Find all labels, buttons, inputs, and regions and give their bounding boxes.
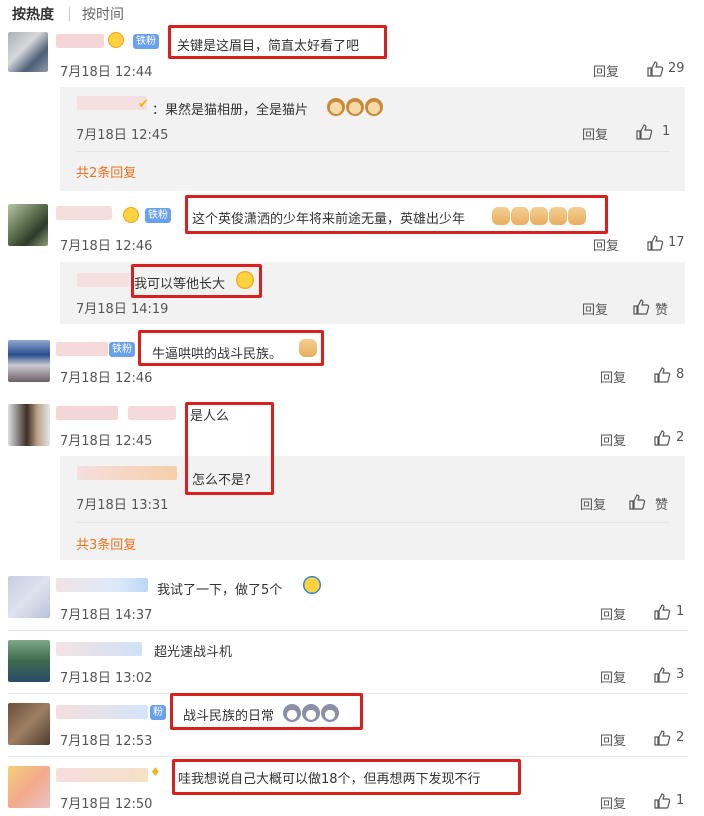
comment-time: 7月18日 12:45 bbox=[60, 434, 153, 449]
reply-button[interactable]: 回复 bbox=[600, 430, 626, 449]
reply-button[interactable]: 回复 bbox=[593, 61, 619, 80]
vip-icon: ✔ bbox=[138, 97, 149, 112]
like-count: 29 bbox=[668, 61, 685, 76]
avatar[interactable] bbox=[8, 32, 48, 72]
reply-username[interactable] bbox=[77, 466, 177, 480]
reply-button[interactable]: 回复 bbox=[593, 235, 619, 254]
tab-sort-by-hot[interactable]: 按热度 bbox=[12, 4, 54, 24]
comment-time: 7月18日 12:50 bbox=[60, 797, 153, 812]
fan-badge: 粉 bbox=[150, 705, 166, 720]
highlight-box bbox=[168, 25, 387, 59]
cat-emoji-icon bbox=[327, 97, 345, 116]
highlight-box bbox=[131, 264, 262, 298]
highlight-box bbox=[170, 693, 363, 730]
reply-button[interactable]: 回复 bbox=[582, 124, 608, 143]
like-icon[interactable] bbox=[653, 366, 671, 384]
like-icon[interactable] bbox=[646, 60, 664, 78]
cat-emoji-icon bbox=[365, 97, 383, 116]
avatar[interactable] bbox=[8, 766, 50, 808]
username[interactable] bbox=[56, 768, 148, 782]
highlight-box bbox=[172, 759, 521, 795]
reply-button[interactable]: 回复 bbox=[582, 299, 608, 318]
vip-icon: ♦ bbox=[150, 765, 161, 779]
fan-badge: 铁粉 bbox=[133, 34, 159, 49]
reply-time: 7月18日 14:19 bbox=[76, 302, 169, 317]
highlight-box bbox=[185, 195, 608, 234]
reply-button[interactable]: 回复 bbox=[600, 730, 626, 749]
vip-icon bbox=[123, 207, 139, 223]
tab-sort-by-time[interactable]: 按时间 bbox=[82, 4, 124, 24]
username-suffix bbox=[128, 406, 176, 420]
comment-time: 7月18日 14:37 bbox=[60, 608, 153, 623]
avatar[interactable] bbox=[8, 576, 50, 618]
comment-time: 7月18日 12:46 bbox=[60, 371, 153, 386]
username[interactable] bbox=[56, 642, 142, 656]
comment-text: 超光速战斗机 bbox=[154, 645, 233, 660]
reply-box: ✔ ：果然是猫相册，全是猫片 7月18日 12:45 回复 1 共2条回复 bbox=[60, 87, 685, 191]
like-icon[interactable] bbox=[653, 429, 671, 447]
avatar[interactable] bbox=[8, 204, 48, 246]
reply-button[interactable]: 回复 bbox=[580, 494, 606, 513]
avatar[interactable] bbox=[8, 404, 50, 446]
like-icon[interactable] bbox=[632, 298, 650, 316]
more-replies-link[interactable]: 共2条回复 bbox=[76, 162, 136, 181]
like-count: 1 bbox=[662, 124, 671, 139]
like-count: 8 bbox=[676, 367, 685, 382]
username[interactable] bbox=[56, 578, 148, 592]
reply-username[interactable] bbox=[77, 96, 147, 110]
reply-button[interactable]: 回复 bbox=[600, 367, 626, 386]
username[interactable] bbox=[56, 342, 108, 356]
reply-button[interactable]: 回复 bbox=[600, 604, 626, 623]
like-icon[interactable] bbox=[628, 493, 646, 511]
username[interactable] bbox=[56, 705, 148, 719]
divider bbox=[76, 151, 670, 152]
cat-emoji-icon bbox=[346, 97, 364, 116]
fan-badge: 铁粉 bbox=[145, 208, 171, 223]
divider bbox=[8, 630, 688, 631]
like-count: 2 bbox=[676, 730, 685, 745]
like-label[interactable]: 赞 bbox=[655, 299, 668, 318]
reply-time: 7月18日 13:31 bbox=[76, 498, 169, 513]
highlight-box bbox=[138, 330, 324, 366]
comment-time: 7月18日 12:46 bbox=[60, 239, 153, 254]
like-icon[interactable] bbox=[653, 729, 671, 747]
cat-emoji-group bbox=[326, 96, 383, 116]
like-icon[interactable] bbox=[653, 666, 671, 684]
avatar[interactable] bbox=[8, 640, 50, 682]
reply-username[interactable] bbox=[77, 273, 129, 287]
like-label[interactable]: 赞 bbox=[655, 494, 668, 513]
comment-text: 我试了一下，做了5个 bbox=[157, 583, 283, 598]
laugh-emoji-icon bbox=[303, 576, 321, 594]
avatar[interactable] bbox=[8, 703, 50, 745]
comment-time: 7月18日 13:02 bbox=[60, 671, 153, 686]
tab-divider bbox=[69, 7, 70, 21]
username[interactable] bbox=[56, 34, 104, 48]
like-count: 1 bbox=[676, 793, 685, 808]
reply-box: 怎么不是? 7月18日 13:31 回复 赞 共3条回复 bbox=[60, 456, 685, 560]
like-icon[interactable] bbox=[653, 603, 671, 621]
avatar[interactable] bbox=[8, 340, 50, 382]
like-count: 1 bbox=[676, 604, 685, 619]
like-icon[interactable] bbox=[653, 792, 671, 810]
reply-button[interactable]: 回复 bbox=[600, 793, 626, 812]
reply-text: ：果然是猫相册，全是猫片 bbox=[152, 103, 309, 118]
like-count: 3 bbox=[676, 667, 685, 682]
highlight-box bbox=[185, 402, 274, 495]
username[interactable] bbox=[56, 206, 112, 220]
divider bbox=[76, 522, 670, 523]
reply-button[interactable]: 回复 bbox=[600, 667, 626, 686]
username[interactable] bbox=[56, 406, 118, 420]
reply-time: 7月18日 12:45 bbox=[76, 128, 169, 143]
comment-time: 7月18日 12:53 bbox=[60, 734, 153, 749]
comment-time: 7月18日 12:44 bbox=[60, 65, 153, 80]
like-count: 2 bbox=[676, 430, 685, 445]
vip-icon bbox=[108, 32, 124, 48]
like-count: 17 bbox=[668, 235, 685, 250]
like-icon[interactable] bbox=[646, 234, 664, 252]
more-replies-link[interactable]: 共3条回复 bbox=[76, 534, 136, 553]
like-icon[interactable] bbox=[635, 123, 653, 141]
divider bbox=[8, 756, 688, 757]
fan-badge: 铁粉 bbox=[109, 342, 135, 357]
